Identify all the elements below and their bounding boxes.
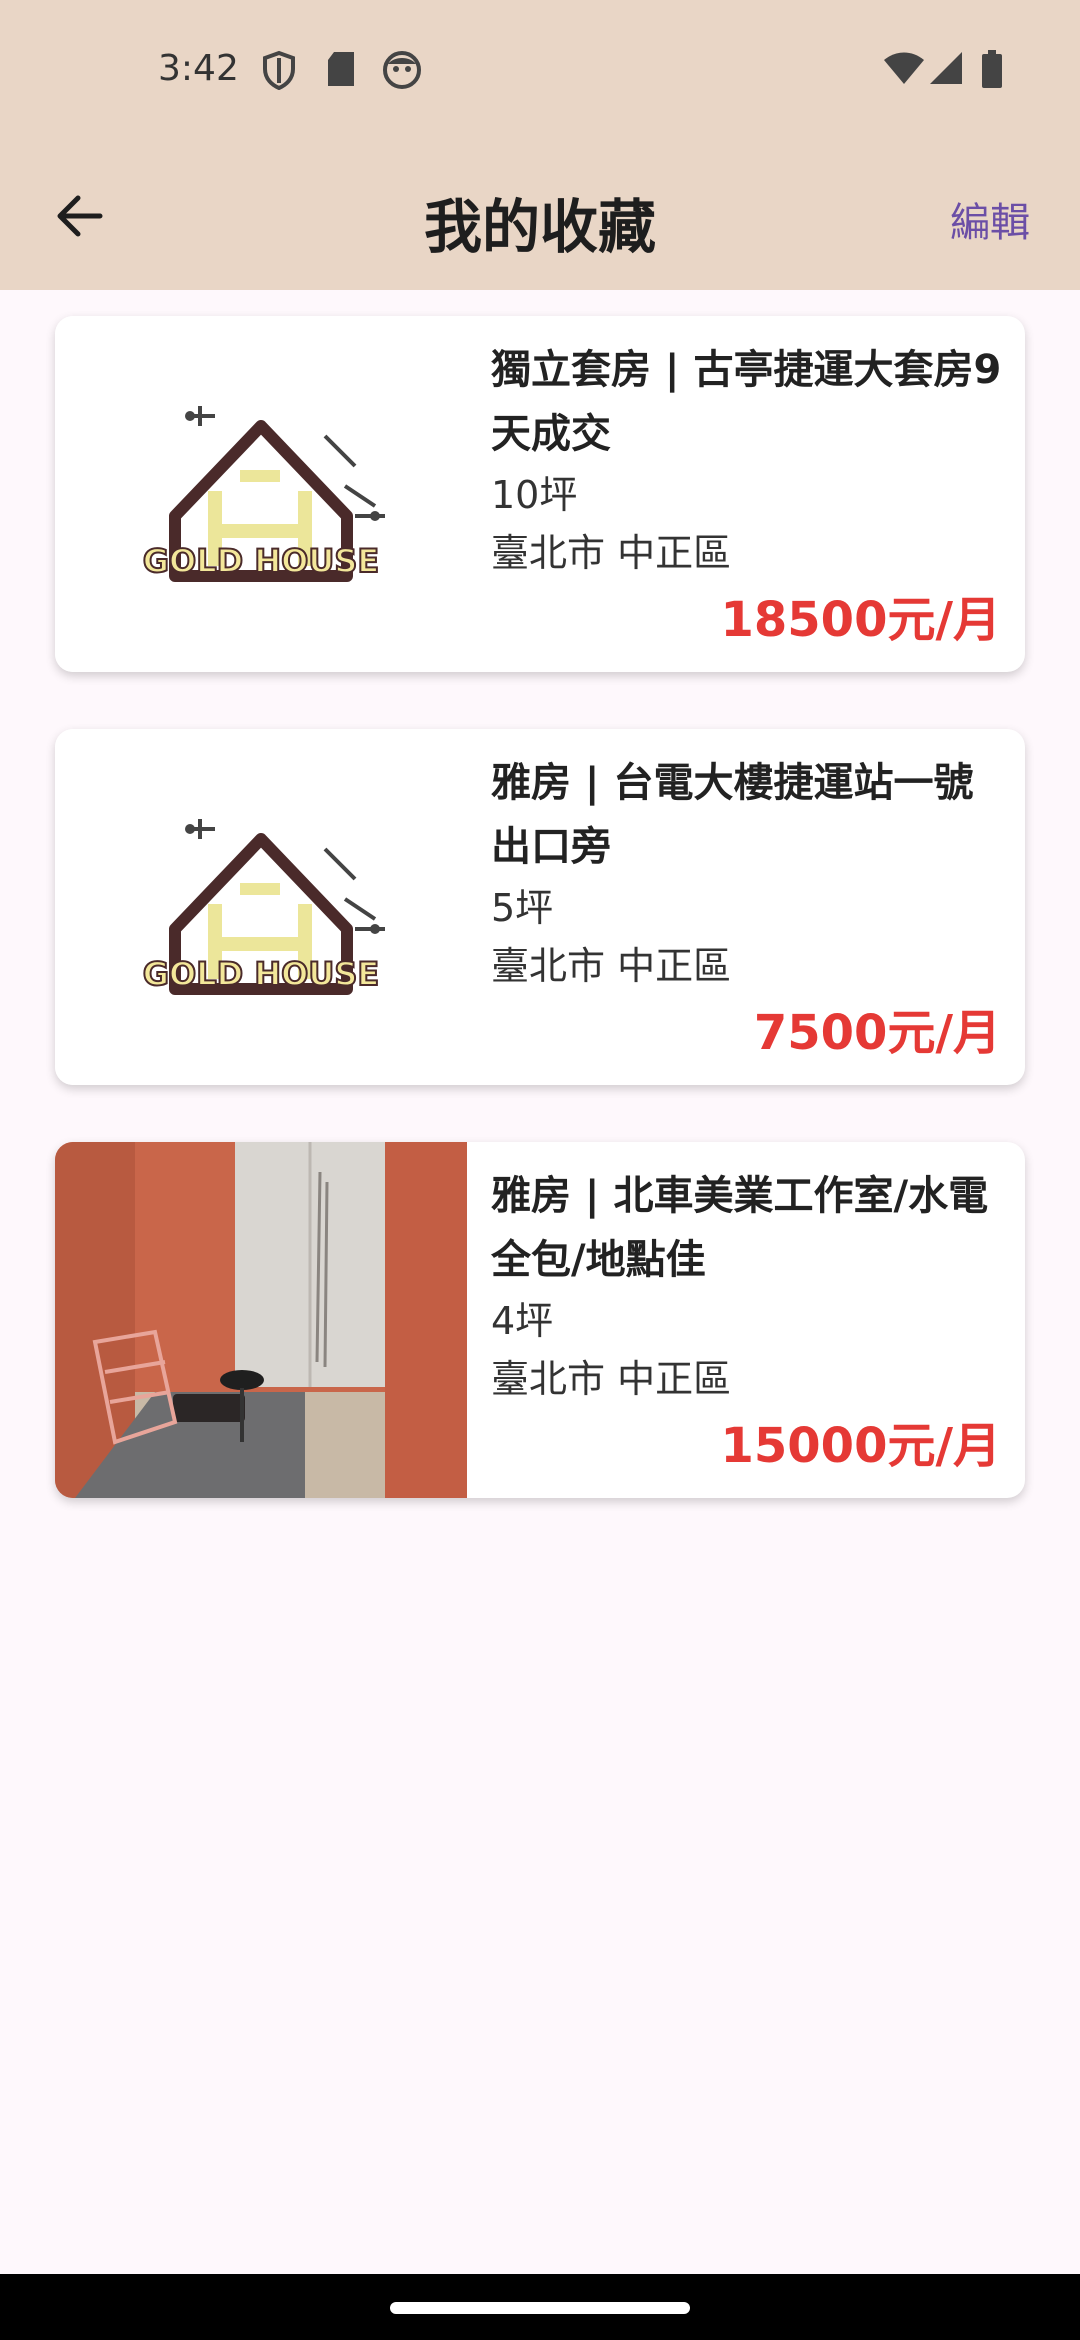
page-title: 我的收藏 (423, 193, 656, 261)
favorites-list: GOLD HOUSE 獨立套房 | 古亭捷運大套房9天成交 10坪 臺北市 中正… (55, 316, 1025, 1555)
listing-title: 獨立套房 | 古亭捷運大套房9天成交 (491, 347, 1002, 457)
listing-location: 臺北市 中正區 (491, 944, 732, 988)
favorite-card[interactable]: GOLD HOUSE 雅房 | 台電大樓捷運站一號出口旁 5坪 臺北市 中正區 … (55, 729, 1025, 1085)
status-bar: 3:42 (0, 0, 1080, 140)
shield-icon (263, 50, 295, 90)
svg-text:GOLD HOUSE: GOLD HOUSE (143, 955, 379, 993)
listing-size: 10坪 (491, 473, 578, 517)
signal-icon (930, 52, 962, 84)
battery-icon (982, 50, 1002, 88)
edit-button[interactable]: 編輯 (950, 190, 1030, 248)
listing-size: 5坪 (491, 886, 554, 930)
listing-title: 雅房 | 北車美業工作室/水電全包/地點佳 (491, 1173, 989, 1283)
listing-price: 18500元/月 (720, 592, 1001, 648)
svg-text:GOLD HOUSE: GOLD HOUSE (143, 542, 379, 580)
gold-house-logo: GOLD HOUSE (55, 729, 467, 1085)
gold-house-logo: GOLD HOUSE (55, 316, 467, 672)
listing-location: 臺北市 中正區 (491, 531, 732, 575)
face-icon (383, 51, 421, 89)
listing-size: 4坪 (491, 1299, 554, 1343)
favorite-card[interactable]: GOLD HOUSE 獨立套房 | 古亭捷運大套房9天成交 10坪 臺北市 中正… (55, 316, 1025, 672)
app-bar: 我的收藏 編輯 (0, 140, 1080, 290)
listing-price: 7500元/月 (753, 1005, 1001, 1061)
favorite-card[interactable]: 雅房 | 北車美業工作室/水電全包/地點佳 4坪 臺北市 中正區 15000元/… (55, 1142, 1025, 1498)
room-photo (55, 1142, 467, 1498)
listing-price: 15000元/月 (720, 1418, 1001, 1474)
listing-location: 臺北市 中正區 (491, 1357, 732, 1401)
status-time: 3:42 (158, 48, 239, 89)
listing-title: 雅房 | 台電大樓捷運站一號出口旁 (491, 760, 974, 870)
home-gesture-handle[interactable] (390, 2302, 690, 2314)
wifi-icon (884, 52, 924, 84)
sd-card-icon (328, 52, 354, 86)
